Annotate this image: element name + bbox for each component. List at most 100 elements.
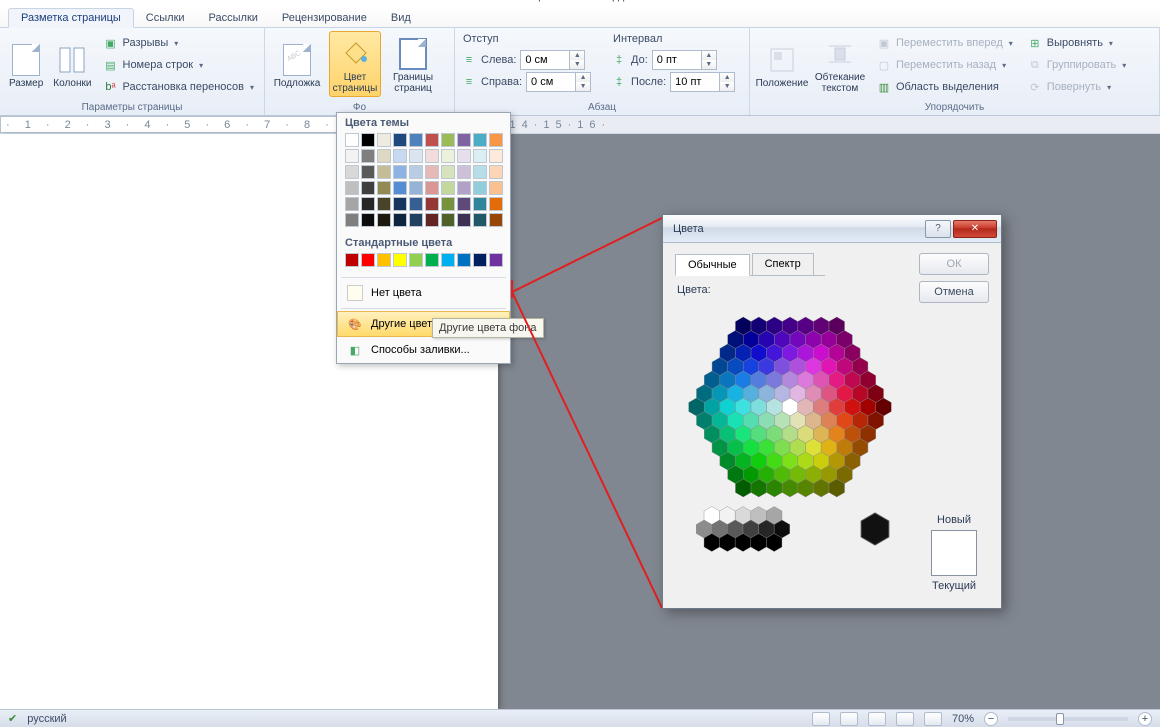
color-swatch[interactable] xyxy=(425,149,439,163)
horizontal-ruler[interactable]: · 1 · 2 · 3 · 4 · 5 · 6 · 7 · 8 · 9 ·10·… xyxy=(0,116,1160,134)
selection-pane-button[interactable]: ▥Область выделения xyxy=(872,77,1017,97)
tab-review[interactable]: Рецензирование xyxy=(270,9,379,27)
color-swatch[interactable] xyxy=(489,165,503,179)
color-swatch[interactable] xyxy=(441,149,455,163)
zoom-slider[interactable] xyxy=(1008,717,1128,721)
color-swatch[interactable] xyxy=(457,133,471,147)
color-swatch[interactable] xyxy=(473,149,487,163)
color-swatch[interactable] xyxy=(489,197,503,211)
spin-down-icon[interactable]: ▼ xyxy=(576,82,590,91)
color-swatch[interactable] xyxy=(377,197,391,211)
language-indicator[interactable]: русский xyxy=(27,713,66,725)
color-swatch[interactable] xyxy=(441,181,455,195)
align-button[interactable]: ⊞Выровнять▾ xyxy=(1023,33,1131,53)
color-swatch[interactable] xyxy=(377,165,391,179)
tab-standard-colors[interactable]: Обычные xyxy=(675,254,750,276)
color-swatch[interactable] xyxy=(489,253,503,267)
indent-right-input[interactable] xyxy=(527,73,575,91)
color-swatch[interactable] xyxy=(457,165,471,179)
zoom-level[interactable]: 70% xyxy=(952,713,974,725)
color-swatch[interactable] xyxy=(361,133,375,147)
color-swatch[interactable] xyxy=(377,181,391,195)
color-swatch[interactable] xyxy=(489,133,503,147)
color-swatch[interactable] xyxy=(409,133,423,147)
line-numbers-button[interactable]: ▤Номера строк▾ xyxy=(99,55,259,75)
color-swatch[interactable] xyxy=(425,165,439,179)
view-reading-button[interactable] xyxy=(840,712,858,726)
color-swatch[interactable] xyxy=(345,149,359,163)
page-borders-button[interactable]: Границы страниц xyxy=(387,31,439,97)
hex-swatch-black[interactable] xyxy=(861,513,889,545)
columns-button[interactable]: Колонки xyxy=(52,31,92,97)
fill-effects-item[interactable]: ◧Способы заливки... xyxy=(337,337,510,363)
color-swatch[interactable] xyxy=(345,213,359,227)
color-swatch[interactable] xyxy=(409,181,423,195)
color-swatch[interactable] xyxy=(361,181,375,195)
indent-right-spinner[interactable]: ▲▼ xyxy=(526,72,591,92)
no-color-item[interactable]: Нет цвета xyxy=(337,280,510,306)
color-swatch[interactable] xyxy=(489,181,503,195)
spin-down-icon[interactable]: ▼ xyxy=(570,60,584,69)
color-swatch[interactable] xyxy=(377,149,391,163)
color-hexagon[interactable] xyxy=(675,306,905,566)
tab-spectrum[interactable]: Спектр xyxy=(752,253,814,275)
color-swatch[interactable] xyxy=(457,213,471,227)
color-swatch[interactable] xyxy=(345,165,359,179)
color-swatch[interactable] xyxy=(377,133,391,147)
color-swatch[interactable] xyxy=(393,133,407,147)
size-button[interactable]: Размер xyxy=(6,31,46,97)
view-draft-button[interactable] xyxy=(924,712,942,726)
color-swatch[interactable] xyxy=(361,165,375,179)
spin-up-icon[interactable]: ▲ xyxy=(702,51,716,60)
color-swatch[interactable] xyxy=(409,149,423,163)
color-swatch[interactable] xyxy=(425,213,439,227)
indent-left-input[interactable] xyxy=(521,51,569,69)
color-swatch[interactable] xyxy=(377,213,391,227)
color-swatch[interactable] xyxy=(409,213,423,227)
color-swatch[interactable] xyxy=(393,165,407,179)
hyphenation-button[interactable]: bᵃРасстановка переносов▾ xyxy=(99,77,259,97)
tab-view[interactable]: Вид xyxy=(379,9,423,27)
spin-up-icon[interactable]: ▲ xyxy=(720,73,734,82)
color-swatch[interactable] xyxy=(457,181,471,195)
color-swatch[interactable] xyxy=(457,253,471,267)
color-swatch[interactable] xyxy=(409,253,423,267)
color-swatch[interactable] xyxy=(393,253,407,267)
color-swatch[interactable] xyxy=(441,133,455,147)
color-swatch[interactable] xyxy=(457,197,471,211)
tab-page-layout[interactable]: Разметка страницы xyxy=(8,8,134,28)
color-swatch[interactable] xyxy=(425,197,439,211)
color-swatch[interactable] xyxy=(361,253,375,267)
color-swatch[interactable] xyxy=(473,213,487,227)
dialog-titlebar[interactable]: Цвета ? ✕ xyxy=(663,215,1001,243)
color-swatch[interactable] xyxy=(441,213,455,227)
space-after-input[interactable] xyxy=(671,73,719,91)
color-swatch[interactable] xyxy=(361,149,375,163)
color-swatch[interactable] xyxy=(441,253,455,267)
tab-mailings[interactable]: Рассылки xyxy=(197,9,270,27)
color-swatch[interactable] xyxy=(425,133,439,147)
color-swatch[interactable] xyxy=(393,197,407,211)
cancel-button[interactable]: Отмена xyxy=(919,281,989,303)
color-swatch[interactable] xyxy=(393,149,407,163)
color-swatch[interactable] xyxy=(345,133,359,147)
color-swatch[interactable] xyxy=(393,181,407,195)
spin-up-icon[interactable]: ▲ xyxy=(576,73,590,82)
indent-left-spinner[interactable]: ▲▼ xyxy=(520,50,585,70)
color-swatch[interactable] xyxy=(489,149,503,163)
color-swatch[interactable] xyxy=(409,197,423,211)
color-swatch[interactable] xyxy=(361,197,375,211)
page-color-button[interactable]: Цвет страницы xyxy=(329,31,381,97)
ok-button[interactable]: ОК xyxy=(919,253,989,275)
watermark-button[interactable]: ABC Подложка xyxy=(271,31,323,97)
breaks-button[interactable]: ▣Разрывы▾ xyxy=(99,33,259,53)
color-swatch[interactable] xyxy=(345,197,359,211)
zoom-in-button[interactable]: + xyxy=(1138,712,1152,726)
color-swatch[interactable] xyxy=(489,213,503,227)
help-button[interactable]: ? xyxy=(925,220,951,238)
tab-references[interactable]: Ссылки xyxy=(134,9,197,27)
view-web-button[interactable] xyxy=(868,712,886,726)
color-swatch[interactable] xyxy=(425,253,439,267)
color-swatch[interactable] xyxy=(457,149,471,163)
view-print-layout-button[interactable] xyxy=(812,712,830,726)
